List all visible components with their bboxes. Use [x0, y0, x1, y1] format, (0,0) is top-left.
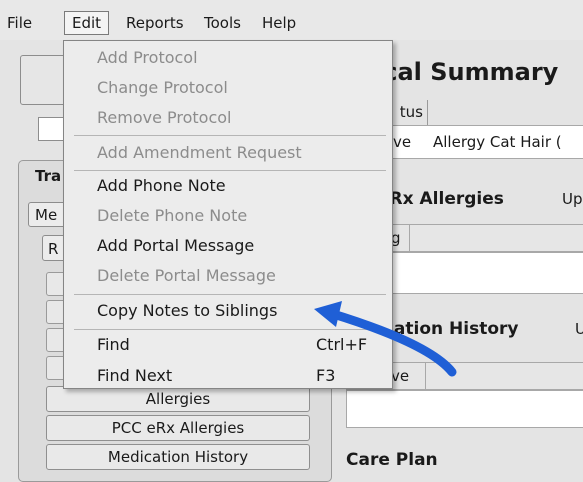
- me-dropdown[interactable]: Me: [28, 202, 68, 227]
- menu-help[interactable]: Help: [262, 12, 296, 34]
- medication-history-button[interactable]: Medication History: [46, 444, 310, 470]
- care-plan-title: Care Plan: [346, 450, 438, 470]
- menu-item-add-phone-note[interactable]: Add Phone Note: [97, 174, 226, 198]
- menu-file[interactable]: File: [7, 12, 32, 34]
- menu-edit[interactable]: Edit: [64, 11, 110, 35]
- menu-item-copy-notes-to-siblings[interactable]: Copy Notes to Siblings: [97, 299, 277, 323]
- menu-separator: [74, 329, 386, 330]
- group-label: Tra: [35, 167, 62, 185]
- menu-item-change-protocol[interactable]: Change Protocol: [97, 76, 228, 100]
- menu-item-add-protocol[interactable]: Add Protocol: [97, 46, 198, 70]
- medication-history-table: [346, 390, 583, 428]
- pcc-erx-allergies-button[interactable]: PCC eRx Allergies: [46, 415, 310, 441]
- menu-separator: [74, 294, 386, 295]
- menu-item-find[interactable]: Find: [97, 333, 130, 357]
- menu-bar: File Edit Reports Tools Help: [0, 0, 583, 40]
- menu-tools[interactable]: Tools: [204, 12, 241, 34]
- page-title: ical Summary: [375, 58, 559, 86]
- menu-separator: [74, 135, 386, 136]
- edit-menu: Add Protocol Change Protocol Remove Prot…: [63, 40, 393, 389]
- menu-item-add-amendment-request[interactable]: Add Amendment Request: [97, 141, 302, 165]
- find-shortcut: Ctrl+F: [316, 335, 368, 354]
- allergy-status: ve: [393, 133, 412, 151]
- find-next-shortcut: F3: [316, 366, 336, 385]
- medication-history-update-link[interactable]: U: [575, 320, 583, 338]
- menu-item-find-next[interactable]: Find Next: [97, 364, 172, 388]
- menu-separator: [74, 170, 386, 171]
- erx-allergies-update-link[interactable]: Up: [562, 190, 583, 208]
- menu-item-add-portal-message[interactable]: Add Portal Message: [97, 234, 254, 258]
- medication-history-title: ication History: [378, 319, 519, 339]
- toolbar-button[interactable]: [20, 55, 67, 105]
- menu-item-remove-protocol[interactable]: Remove Protocol: [97, 106, 232, 130]
- menu-item-delete-portal-message[interactable]: Delete Portal Message: [97, 264, 276, 288]
- allergy-name: Allergy Cat Hair (: [433, 133, 562, 151]
- erx-allergies-title: eRx Allergies: [378, 189, 504, 209]
- menu-reports[interactable]: Reports: [126, 12, 184, 34]
- menu-item-delete-phone-note[interactable]: Delete Phone Note: [97, 204, 247, 228]
- allergies-button[interactable]: Allergies: [46, 386, 310, 412]
